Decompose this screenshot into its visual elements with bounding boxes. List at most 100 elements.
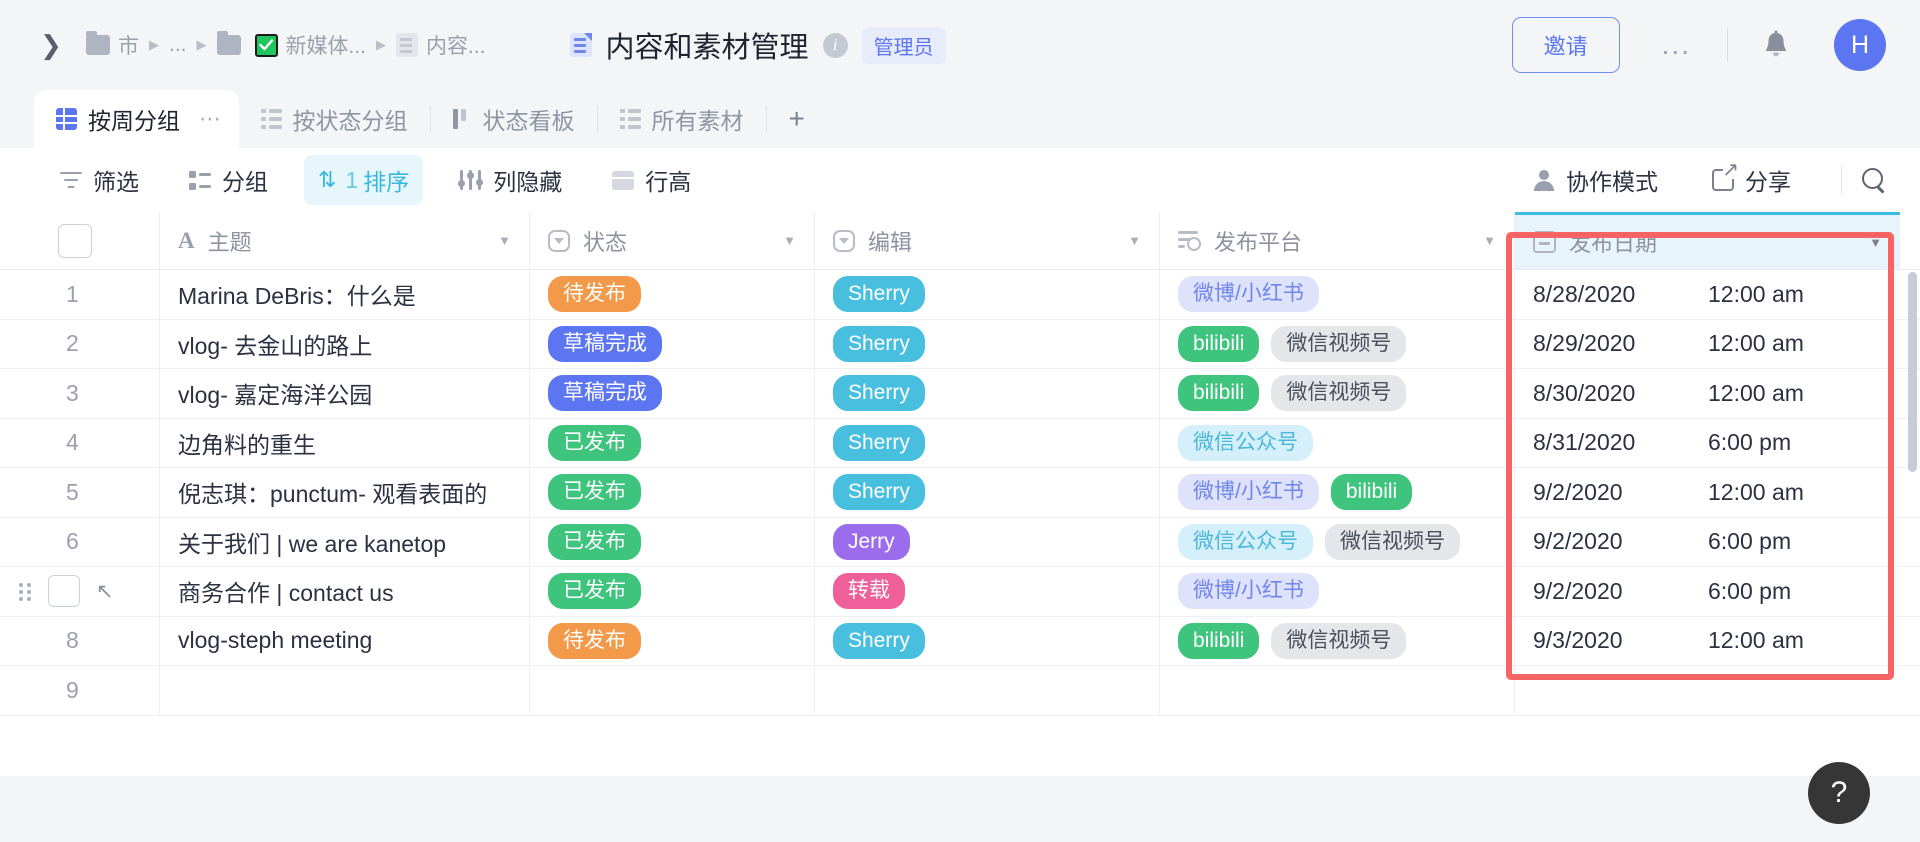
- row-height-button[interactable]: 行高: [598, 155, 705, 205]
- row-index-cell[interactable]: 6: [0, 517, 160, 566]
- table-row[interactable]: 5 倪志琪：punctum- 观看表面的 已发布 Sherry 微博/小红书 bilibi…: [0, 468, 1920, 518]
- table-row[interactable]: 8 vlog-steph meeting 待发布 Sherry bilibili 微信视频…: [0, 616, 1920, 666]
- cell-publish-date[interactable]: 9/2/2020 6:00 pm: [1515, 567, 1900, 616]
- cell-platform[interactable]: 微博/小红书: [1160, 567, 1515, 616]
- cell-title[interactable]: Marina DeBris：什么是: [160, 270, 530, 319]
- cell-status[interactable]: 已发布: [530, 517, 815, 566]
- breadcrumb-item-4[interactable]: 内容...: [396, 30, 486, 60]
- role-badge[interactable]: 管理员: [861, 26, 946, 64]
- tab-options-icon[interactable]: ⋯: [199, 106, 223, 132]
- drag-handle-icon[interactable]: [18, 581, 34, 602]
- cell-platform[interactable]: bilibili 微信视频号: [1160, 616, 1515, 665]
- cell-status[interactable]: 待发布: [530, 270, 815, 319]
- column-header-title[interactable]: A 主题 ▼: [160, 212, 530, 269]
- table-row[interactable]: ↗ 商务合作 | contact us 已发布 转载 微博/小红书 9/2/2020 6:0…: [0, 567, 1920, 617]
- column-header-platform[interactable]: 发布平台 ▼: [1160, 212, 1515, 269]
- breadcrumb-item-3[interactable]: 新媒体...: [254, 30, 366, 60]
- cell-status[interactable]: 草稿完成: [530, 369, 815, 418]
- cell-platform[interactable]: 微博/小红书 bilibili: [1160, 468, 1515, 517]
- bell-icon[interactable]: [1754, 30, 1798, 60]
- hide-columns-button[interactable]: 列隐藏: [445, 155, 576, 205]
- cell-status[interactable]: [530, 666, 815, 715]
- share-button[interactable]: 分享: [1698, 155, 1805, 205]
- cell-title[interactable]: vlog- 嘉定海洋公园: [160, 369, 530, 418]
- cell-publish-date[interactable]: 9/3/2020 12:00 am: [1515, 617, 1900, 666]
- row-index-cell[interactable]: 3: [0, 369, 160, 418]
- cell-editor[interactable]: Sherry: [815, 616, 1160, 665]
- row-checkbox[interactable]: [48, 575, 80, 608]
- chevron-down-icon[interactable]: ▼: [1128, 233, 1141, 248]
- chevron-down-icon[interactable]: ▼: [1483, 233, 1496, 248]
- vertical-scrollbar[interactable]: [1908, 272, 1917, 472]
- cell-publish-date[interactable]: 9/2/2020 12:00 am: [1515, 468, 1900, 517]
- table-row[interactable]: 4 边角料的重生 已发布 Sherry 微信公众号 8/31/2020 6:00 pm: [0, 418, 1920, 468]
- row-index-cell[interactable]: 4: [0, 418, 160, 467]
- table-row[interactable]: 2 vlog- 去金山的路上 草稿完成 Sherry bilibili 微信视频号 8/29…: [0, 319, 1920, 369]
- cell-editor[interactable]: Sherry: [815, 468, 1160, 517]
- cell-platform[interactable]: 微信公众号: [1160, 418, 1515, 467]
- cell-status[interactable]: 待发布: [530, 616, 815, 665]
- avatar[interactable]: H: [1834, 19, 1886, 71]
- sort-button[interactable]: ⇅ 1 排序: [304, 155, 424, 205]
- cell-publish-date[interactable]: 8/30/2020 12:00 am: [1515, 369, 1900, 418]
- collaboration-mode-button[interactable]: 协作模式: [1519, 155, 1672, 205]
- row-index-cell[interactable]: 5: [0, 468, 160, 517]
- table-row[interactable]: 1 Marina DeBris：什么是 待发布 Sherry 微博/小红书 8/28/20…: [0, 270, 1920, 320]
- add-view-button[interactable]: +: [767, 103, 827, 135]
- cell-platform[interactable]: 微信公众号 微信视频号: [1160, 517, 1515, 566]
- row-index-cell[interactable]: ↗: [0, 567, 160, 616]
- cell-title[interactable]: 关于我们 | we are kanetop: [160, 517, 530, 566]
- cell-platform[interactable]: bilibili 微信视频号: [1160, 369, 1515, 418]
- cell-editor[interactable]: Sherry: [815, 319, 1160, 368]
- info-icon[interactable]: i: [822, 32, 848, 58]
- cell-editor[interactable]: Sherry: [815, 418, 1160, 467]
- row-index-cell[interactable]: 9: [0, 666, 160, 715]
- cell-status[interactable]: 草稿完成: [530, 319, 815, 368]
- cell-status[interactable]: 已发布: [530, 468, 815, 517]
- tab-by-status[interactable]: 按状态分组: [239, 90, 430, 148]
- column-header-select-all[interactable]: [0, 212, 160, 269]
- cell-title[interactable]: vlog-steph meeting: [160, 616, 530, 665]
- cell-title[interactable]: 边角料的重生: [160, 418, 530, 467]
- breadcrumb-item-0[interactable]: 市: [86, 30, 139, 60]
- breadcrumb-item-2[interactable]: [216, 31, 241, 55]
- select-all-checkbox[interactable]: [58, 223, 92, 258]
- cell-publish-date[interactable]: 8/29/2020 12:00 am: [1515, 320, 1900, 369]
- cell-publish-date[interactable]: 8/28/2020 12:00 am: [1515, 270, 1900, 319]
- expand-record-icon[interactable]: ↗: [96, 579, 114, 604]
- chevron-down-icon[interactable]: ▼: [1869, 235, 1882, 250]
- cell-title[interactable]: [160, 666, 530, 715]
- cell-editor[interactable]: Sherry: [815, 270, 1160, 319]
- chevron-down-icon[interactable]: ▼: [498, 233, 511, 248]
- invite-button[interactable]: 邀请: [1511, 17, 1620, 73]
- filter-button[interactable]: 筛选: [46, 155, 153, 205]
- cell-status[interactable]: 已发布: [530, 418, 815, 467]
- cell-publish-date[interactable]: 8/31/2020 6:00 pm: [1515, 419, 1900, 468]
- cell-editor[interactable]: Sherry: [815, 369, 1160, 418]
- cell-publish-date[interactable]: 9/2/2020 6:00 pm: [1515, 518, 1900, 567]
- help-button[interactable]: ?: [1808, 762, 1870, 824]
- cell-status[interactable]: 已发布: [530, 567, 815, 616]
- cell-platform[interactable]: [1160, 666, 1515, 715]
- chevron-down-icon[interactable]: ▼: [783, 233, 796, 248]
- row-index-cell[interactable]: 2: [0, 319, 160, 368]
- cell-editor[interactable]: [815, 666, 1160, 715]
- column-header-status[interactable]: 状态 ▼: [530, 212, 815, 269]
- row-index-cell[interactable]: 8: [0, 616, 160, 665]
- group-button[interactable]: 分组: [175, 155, 282, 205]
- column-header-publish-date[interactable]: 发布日期 ▼: [1515, 212, 1900, 269]
- cell-title[interactable]: 商务合作 | contact us: [160, 567, 530, 616]
- cell-title[interactable]: vlog- 去金山的路上: [160, 319, 530, 368]
- tab-by-week[interactable]: 按周分组 ⋯: [34, 90, 239, 148]
- cell-editor[interactable]: Jerry: [815, 517, 1160, 566]
- breadcrumb-item-1[interactable]: ...: [169, 33, 187, 57]
- table-row[interactable]: 6 关于我们 | we are kanetop 已发布 Jerry 微信公众号 微信视频号…: [0, 517, 1920, 567]
- cell-publish-date[interactable]: [1515, 666, 1900, 715]
- tab-status-board[interactable]: 状态看板: [431, 90, 597, 148]
- table-row[interactable]: 9: [0, 666, 1920, 716]
- cell-platform[interactable]: 微博/小红书: [1160, 270, 1515, 319]
- cell-title[interactable]: 倪志琪：punctum- 观看表面的: [160, 468, 530, 517]
- more-options-button[interactable]: ...: [1632, 31, 1721, 59]
- expand-sidebar-button[interactable]: ❯: [34, 28, 68, 62]
- cell-platform[interactable]: bilibili 微信视频号: [1160, 319, 1515, 368]
